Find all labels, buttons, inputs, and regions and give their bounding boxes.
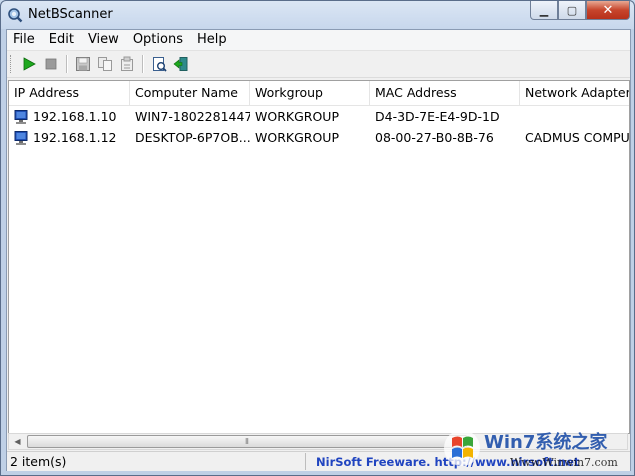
menu-help[interactable]: Help — [190, 30, 234, 50]
cell-computer-name: WIN7-1802281447 — [135, 109, 250, 124]
exit-icon — [173, 57, 188, 71]
watermark-url: Www.Winwin7.com — [510, 456, 618, 469]
cell-mac-address: D4-3D-7E-E4-9D-1D — [375, 109, 500, 124]
column-header-computer-name[interactable]: Computer Name — [130, 81, 250, 105]
client-area: File Edit View Options Help IP Address C… — [6, 29, 631, 471]
app-window: NetBScanner ▁ ▢ ✕ File Edit View Options… — [0, 0, 635, 476]
watermark-brand: Win7系统之家 — [484, 431, 608, 453]
toolbar-separator — [142, 55, 144, 73]
list-rows: 192.168.1.10 WIN7-1802281447 WORKGROUP D… — [9, 106, 630, 148]
cell-network-adapter: CADMUS COMPUT — [525, 130, 630, 145]
close-icon: ✕ — [602, 2, 614, 18]
close-button[interactable]: ✕ — [586, 1, 630, 20]
maximize-icon: ▢ — [566, 3, 578, 17]
column-header-network-adapter[interactable]: Network Adapter — [520, 81, 629, 105]
cell-ip: 192.168.1.12 — [9, 127, 130, 148]
properties-button[interactable] — [116, 53, 138, 75]
column-header-workgroup[interactable]: Workgroup — [250, 81, 370, 105]
list-header: IP Address Computer Name Workgroup MAC A… — [9, 81, 629, 106]
save-icon — [76, 57, 90, 71]
table-row[interactable]: 192.168.1.10 WIN7-1802281447 WORKGROUP D… — [9, 106, 629, 127]
minimize-icon: ▁ — [539, 3, 549, 17]
maximize-button[interactable]: ▢ — [558, 1, 586, 20]
menu-file[interactable]: File — [7, 30, 42, 50]
toolbar — [7, 51, 630, 78]
title-bar[interactable]: NetBScanner ▁ ▢ ✕ — [1, 1, 634, 29]
cell-workgroup: WORKGROUP — [255, 130, 339, 145]
ip-address-text: 192.168.1.12 — [33, 130, 117, 145]
copy-icon — [98, 57, 112, 71]
computer-icon — [14, 130, 28, 145]
app-icon — [8, 8, 23, 23]
stop-scan-button[interactable] — [40, 53, 62, 75]
toolbar-separator — [66, 55, 68, 73]
html-report-icon — [153, 57, 167, 72]
arrow-left-icon: ◀ — [14, 437, 21, 446]
ip-address-text: 192.168.1.10 — [33, 109, 117, 124]
window-title: NetBScanner — [28, 7, 113, 22]
save-button[interactable] — [72, 53, 94, 75]
column-header-mac-address[interactable]: MAC Address — [370, 81, 520, 105]
properties-icon — [121, 56, 133, 71]
menu-view[interactable]: View — [81, 30, 126, 50]
results-list[interactable]: IP Address Computer Name Workgroup MAC A… — [8, 80, 630, 434]
column-header-ip-address[interactable]: IP Address — [9, 81, 130, 105]
copy-button[interactable] — [94, 53, 116, 75]
table-row[interactable]: 192.168.1.12 DESKTOP-6P7OB... WORKGROUP … — [9, 127, 630, 148]
menu-options[interactable]: Options — [126, 30, 190, 50]
window-controls: ▁ ▢ ✕ — [530, 1, 630, 21]
start-scan-button[interactable] — [18, 53, 40, 75]
minimize-button[interactable]: ▁ — [530, 1, 558, 20]
play-icon — [23, 57, 36, 71]
menu-edit[interactable]: Edit — [42, 30, 81, 50]
menu-bar: File Edit View Options Help — [7, 30, 630, 51]
item-count: 2 item(s) — [7, 453, 306, 470]
cell-computer-name: DESKTOP-6P7OB... — [135, 130, 250, 145]
toolbar-grip[interactable] — [10, 55, 14, 73]
scrollbar-thumb[interactable]: Ⅱ — [27, 435, 467, 448]
exit-button[interactable] — [170, 53, 192, 75]
watermark-logo: Win7系统之家 Www.Winwin7.com — [444, 430, 618, 469]
computer-icon — [14, 109, 28, 124]
grip-icon: Ⅱ — [245, 437, 249, 446]
stop-icon — [45, 58, 57, 70]
cell-workgroup: WORKGROUP — [255, 109, 339, 124]
scroll-left-button[interactable]: ◀ — [9, 434, 26, 449]
html-report-button[interactable] — [148, 53, 170, 75]
cell-mac-address: 08-00-27-B0-8B-76 — [375, 130, 494, 145]
cell-ip: 192.168.1.10 — [9, 106, 130, 127]
